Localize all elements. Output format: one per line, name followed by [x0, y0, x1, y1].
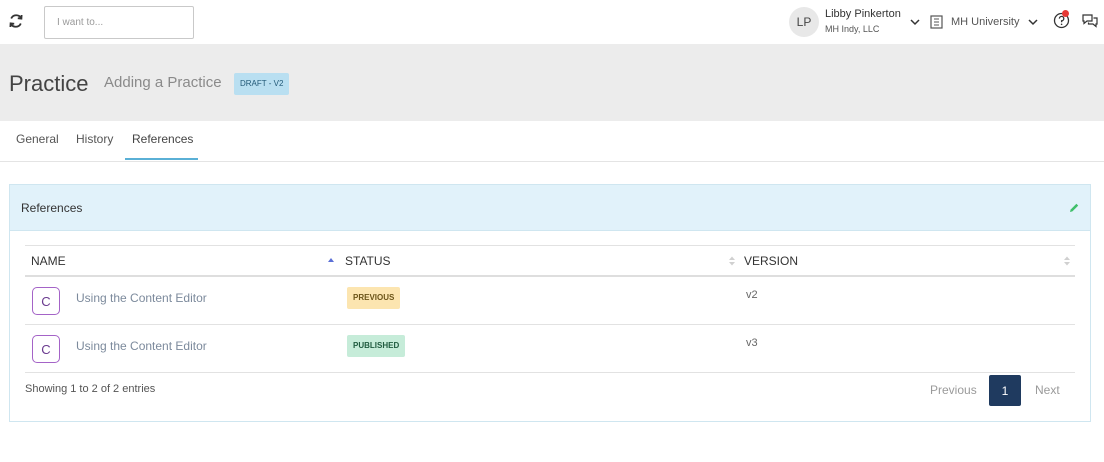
references-panel: References NAME STATUS VERSION C Using t… — [9, 184, 1091, 422]
content-type-badge: C — [32, 335, 60, 363]
page-header: Practice Adding a Practice DRAFT - V2 — [0, 44, 1104, 121]
sort-icon[interactable] — [728, 256, 736, 266]
pagination-next[interactable]: Next — [1035, 383, 1060, 397]
version-value: v2 — [746, 289, 758, 301]
chevron-down-icon — [1028, 19, 1038, 26]
user-menu[interactable]: LP Libby Pinkerton MH Indy, LLC — [789, 6, 921, 38]
page-title: Practice — [9, 71, 89, 96]
organization-label: MH University — [951, 16, 1020, 28]
refresh-icon[interactable] — [8, 13, 24, 29]
status-badge: PREVIOUS — [347, 287, 401, 309]
tab-general[interactable]: General — [16, 132, 59, 146]
pagination-previous[interactable]: Previous — [930, 383, 977, 397]
notification-dot — [1062, 10, 1069, 17]
tab-bar: General History References — [0, 121, 1104, 162]
sort-ascending-icon[interactable] — [327, 256, 335, 266]
version-value: v3 — [746, 337, 758, 349]
sort-icon[interactable] — [1063, 256, 1071, 266]
column-header-status[interactable]: STATUS — [345, 254, 391, 268]
table-info: Showing 1 to 2 of 2 entries — [25, 383, 156, 395]
avatar: LP — [789, 7, 819, 37]
panel-title: References — [21, 201, 83, 215]
table-row: C Using the Content Editor PREVIOUS v2 — [25, 277, 1075, 325]
content-type-badge: C — [32, 287, 60, 315]
user-org: MH Indy, LLC — [825, 24, 880, 34]
reference-name-link[interactable]: Using the Content Editor — [76, 291, 207, 305]
building-icon — [930, 15, 943, 29]
tab-references[interactable]: References — [132, 132, 193, 146]
panel-header: References — [10, 185, 1090, 231]
column-header-version[interactable]: VERSION — [744, 254, 798, 268]
user-name: Libby Pinkerton — [825, 8, 901, 20]
chat-icon[interactable] — [1081, 12, 1099, 30]
tab-history[interactable]: History — [76, 132, 113, 146]
column-header-name[interactable]: NAME — [31, 254, 66, 268]
edit-pencil-icon[interactable] — [1068, 202, 1080, 214]
status-badge: PUBLISHED — [347, 335, 406, 357]
search-input[interactable] — [44, 6, 194, 39]
top-bar: LP Libby Pinkerton MH Indy, LLC MH Unive… — [0, 0, 1104, 44]
draft-badge: DRAFT - V2 — [234, 73, 290, 95]
table-header: NAME STATUS VERSION — [25, 245, 1075, 277]
pagination-page-1[interactable]: 1 — [989, 375, 1021, 406]
page-subtitle: Adding a Practice — [104, 74, 222, 91]
chevron-down-icon — [910, 19, 920, 26]
organization-selector[interactable]: MH University — [930, 12, 1039, 32]
reference-name-link[interactable]: Using the Content Editor — [76, 339, 207, 353]
active-tab-indicator — [125, 158, 198, 160]
table-row: C Using the Content Editor PUBLISHED v3 — [25, 325, 1075, 373]
